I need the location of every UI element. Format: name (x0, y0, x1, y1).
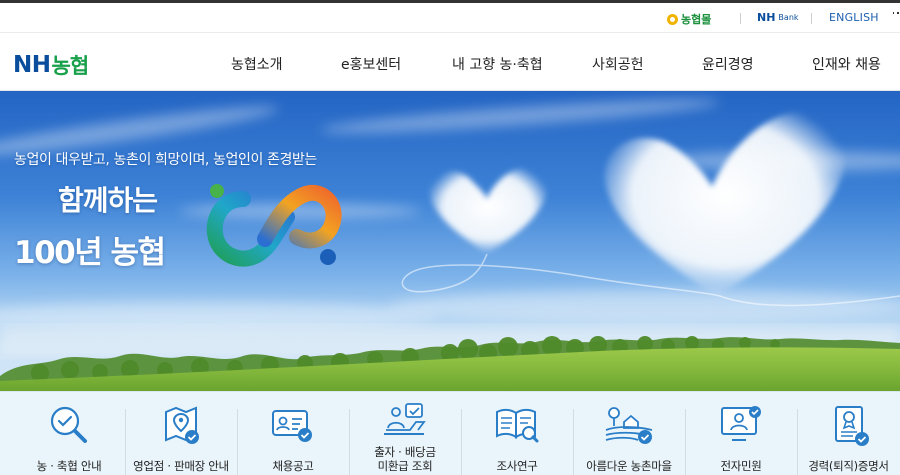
quick-beautiful-village[interactable]: 아름다운 농촌마을 (573, 392, 685, 475)
nh-mall-logo-icon (667, 13, 678, 25)
divider (811, 13, 812, 24)
hero-title-line2: 100년 농협 (14, 235, 166, 271)
hero-banner: 농업이 대우받고, 농촌이 희망이며, 농업인이 존경받는 함께하는 100년 … (0, 91, 900, 391)
quick-menu: 농 · 축협 안내 영업점 · 판매장 안내 채용공고 출자 · 배당금 미환급… (0, 391, 900, 475)
utility-bar: 농협몰 NH Bank ENGLISH (0, 3, 900, 33)
nh-mall-link[interactable]: 농협몰 (667, 11, 711, 27)
quick-label: 영업점 · 판매장 안내 (133, 459, 229, 473)
nav-local-coop[interactable]: 내 고향 농·축협 (452, 54, 543, 74)
nav-pr-center[interactable]: e홍보센터 (341, 54, 401, 74)
nh-logo[interactable]: NH 농협 (13, 50, 89, 80)
quick-research[interactable]: 조사연구 (461, 392, 573, 475)
quick-branch-guide[interactable]: 영업점 · 판매장 안내 (125, 392, 237, 475)
main-header: NH 농협 농협소개 e홍보센터 내 고향 농·축협 사회공헌 윤리경영 인재와… (0, 34, 900, 91)
magnifier-check-icon (50, 406, 87, 443)
map-pin-check-icon (165, 406, 199, 444)
nh-bank-link[interactable]: NH Bank (757, 11, 799, 24)
english-link[interactable]: ENGLISH (829, 11, 879, 24)
nav-about[interactable]: 농협소개 (231, 54, 283, 74)
quick-career-certificate[interactable]: 경력(퇴직)증명서 (797, 392, 900, 475)
quick-civil-petition[interactable]: 전자민원 (685, 392, 797, 475)
quick-label: 조사연구 (496, 459, 538, 473)
heart-cloud-small (429, 167, 547, 254)
laptop-check-icon (384, 403, 426, 435)
quick-label: 전자민원 (720, 459, 762, 473)
quick-label: 출자 · 배당금 미환급 조회 (374, 445, 436, 473)
nav-social-contribution[interactable]: 사회공헌 (592, 54, 644, 74)
quick-label: 아름다운 농촌마을 (586, 459, 672, 473)
nav-ethics[interactable]: 윤리경영 (702, 54, 754, 74)
100-year-emblem-icon (206, 184, 342, 267)
quick-label: 채용공고 (272, 459, 314, 473)
quick-coop-guide[interactable]: 농 · 축협 안내 (13, 392, 125, 475)
hero-subtitle: 농업이 대우받고, 농촌이 희망이며, 농업인이 존경받는 (14, 152, 317, 168)
quick-label: 경력(퇴직)증명서 (808, 459, 889, 473)
divider (740, 13, 741, 24)
id-card-check-icon (272, 410, 312, 442)
heart-cloud-large (604, 111, 846, 297)
quick-dividend-inquiry[interactable]: 출자 · 배당금 미환급 조회 (349, 392, 461, 475)
quick-recruitment[interactable]: 채용공고 (237, 392, 349, 475)
farm-village-icon (605, 407, 653, 444)
quick-label: 농 · 축협 안내 (36, 459, 102, 473)
nav-careers[interactable]: 인재와 채용 (812, 54, 881, 74)
monitor-person-icon (721, 406, 761, 441)
hamburger-menu-icon[interactable] (893, 12, 900, 17)
book-search-icon (496, 408, 539, 443)
certificate-check-icon (835, 406, 869, 446)
hero-title-line1: 함께하는 (58, 184, 158, 217)
